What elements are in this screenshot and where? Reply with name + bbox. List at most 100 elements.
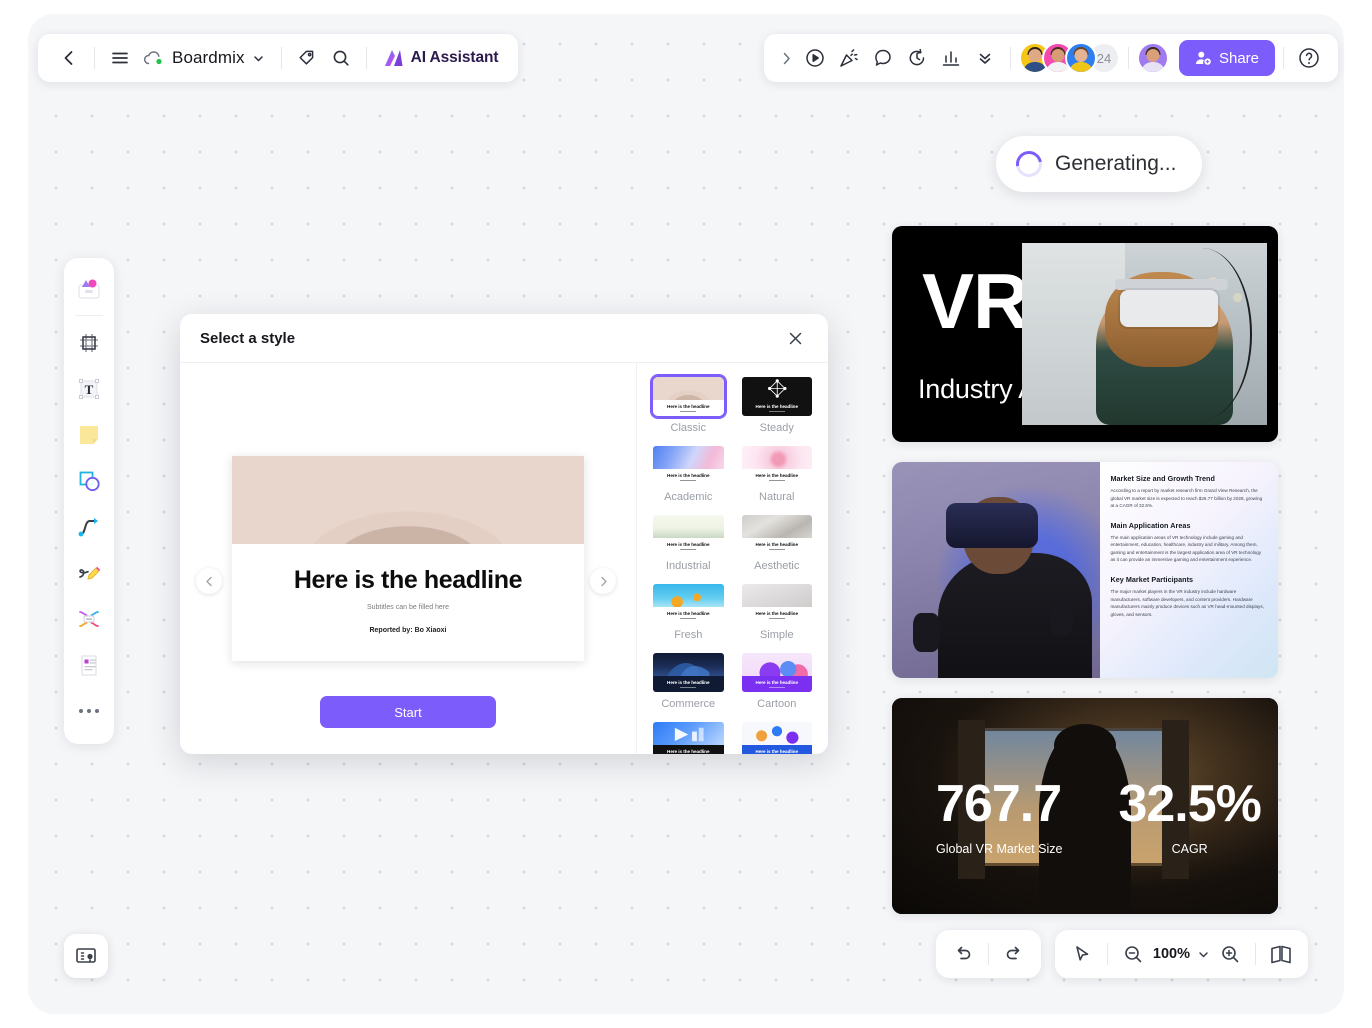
style-option-extra-1[interactable]: Here is the headline — [651, 720, 726, 754]
tool-templates[interactable] — [68, 266, 110, 312]
toolbar-divider — [365, 47, 367, 69]
share-user-icon — [1195, 50, 1212, 66]
slide-content[interactable]: Market Size and Growth Trend According t… — [892, 462, 1278, 678]
zoom-group: 100% — [1054, 930, 1308, 978]
ai-assistant-button[interactable]: AI Assistant — [375, 41, 505, 75]
tag-icon — [297, 48, 317, 68]
canvas[interactable]: VR Industry Analysis Report Market Size … — [28, 14, 1344, 1014]
next-style-button[interactable] — [590, 568, 616, 594]
current-user-avatar[interactable] — [1136, 42, 1169, 74]
cursor-button[interactable] — [1065, 937, 1099, 971]
slides-panel-icon — [75, 945, 97, 967]
help-button[interactable] — [1292, 41, 1326, 75]
style-label: Classic — [670, 422, 706, 434]
chevron-left-icon — [59, 48, 79, 68]
tool-document[interactable] — [68, 642, 110, 688]
style-label: Cartoon — [757, 698, 797, 710]
tool-sticky-note[interactable] — [68, 412, 110, 458]
more-options-button[interactable] — [968, 41, 1002, 75]
minimap-button[interactable] — [1264, 937, 1298, 971]
back-button[interactable] — [52, 41, 86, 75]
collaborator-avatars[interactable]: 24 — [1018, 42, 1120, 74]
style-option-extra-2[interactable]: Here is the headline — [740, 720, 815, 754]
style-thumbnail: Here is the headline — [651, 444, 726, 487]
redo-button[interactable] — [997, 937, 1031, 971]
style-thumbnail: Here is the headline — [740, 375, 815, 418]
style-option-classic[interactable]: Here is the headline Classic — [651, 375, 726, 438]
toolbar-divider — [1283, 47, 1284, 69]
thumb-headline: Here is the headline — [755, 472, 798, 478]
comment-icon — [872, 47, 894, 69]
style-option-aesthetic[interactable]: Here is the headline Aesthetic — [740, 513, 815, 576]
close-icon — [788, 331, 803, 346]
close-dialog-button[interactable] — [782, 325, 808, 351]
pen-icon — [77, 561, 102, 586]
tool-rail: T — [64, 258, 114, 744]
tool-mindmap[interactable] — [68, 596, 110, 642]
style-option-commerce[interactable]: Here is the headline Commerce — [651, 651, 726, 714]
avatar[interactable] — [1064, 42, 1097, 74]
timer-button[interactable] — [900, 41, 934, 75]
style-option-academic[interactable]: Here is the headline Academic — [651, 444, 726, 507]
tool-text[interactable]: T — [68, 366, 110, 412]
style-thumbnail: Here is the headline — [651, 582, 726, 625]
svg-text:T: T — [85, 382, 94, 397]
menu-button[interactable] — [103, 41, 137, 75]
toolbar-divider — [1255, 943, 1256, 965]
toolbar-divider — [280, 47, 282, 69]
style-label: Steady — [759, 422, 794, 434]
thumb-headline: Here is the headline — [667, 541, 710, 547]
undo-icon — [953, 944, 973, 964]
prev-style-button[interactable] — [196, 568, 222, 594]
zoom-out-icon — [1123, 944, 1143, 964]
dialog-body: Here is the headline Subtitles can be fi… — [180, 363, 828, 754]
share-button[interactable]: Share — [1178, 40, 1275, 76]
tool-shapes[interactable] — [68, 458, 110, 504]
style-option-simple[interactable]: Here is the headline Simple — [740, 582, 815, 645]
expand-button[interactable] — [776, 41, 798, 75]
undo-button[interactable] — [946, 937, 980, 971]
board-name-dropdown[interactable]: Boardmix — [137, 41, 273, 75]
style-option-fresh[interactable]: Here is the headline Fresh — [651, 582, 726, 645]
style-option-steady[interactable]: Here is the headline Steady — [740, 375, 815, 438]
app-root: VR Industry Analysis Report Market Size … — [0, 0, 1372, 1028]
slide-stats[interactable]: 767.7 Global VR Market Size 32.5% CAGR — [892, 698, 1278, 914]
style-option-cartoon[interactable]: Here is the headline Cartoon — [740, 651, 815, 714]
tool-pen[interactable] — [68, 550, 110, 596]
start-button[interactable]: Start — [320, 696, 496, 728]
tool-more[interactable] — [68, 688, 110, 734]
preview-headline: Here is the headline — [293, 566, 523, 594]
share-label: Share — [1218, 49, 1259, 67]
style-thumbnail: Here is the headline — [740, 513, 815, 556]
slide-cover-title: VR — [922, 257, 1029, 345]
style-list[interactable]: Here is the headline Classic Here is the… — [637, 363, 828, 754]
party-popper-icon — [838, 47, 860, 69]
tool-connector[interactable] — [68, 504, 110, 550]
section-heading: Market Size and Growth Trend — [1110, 474, 1215, 483]
slide-cover[interactable]: VR Industry Analysis Report — [892, 226, 1278, 442]
chart-button[interactable] — [934, 41, 968, 75]
toolbar-divider — [1106, 943, 1108, 965]
style-thumbnail: Here is the headline — [740, 720, 815, 754]
style-option-industrial[interactable]: Here is the headline Industrial — [651, 513, 726, 576]
tag-button[interactable] — [290, 41, 324, 75]
comment-button[interactable] — [866, 41, 900, 75]
slide-content-text: Market Size and Growth Trend According t… — [1100, 462, 1278, 678]
present-button[interactable] — [798, 41, 832, 75]
tool-frame[interactable] — [68, 320, 110, 366]
top-toolbar-left: Boardmix AI Assistant — [38, 34, 519, 82]
zoom-level[interactable]: 100% — [1150, 946, 1193, 962]
slides-panel-button[interactable] — [64, 934, 108, 978]
zoom-in-button[interactable] — [1213, 937, 1247, 971]
zoom-menu-button[interactable] — [1193, 937, 1213, 971]
celebrate-button[interactable] — [832, 41, 866, 75]
timer-icon — [906, 47, 928, 69]
thumb-headline: Here is the headline — [667, 403, 710, 409]
zoom-out-button[interactable] — [1116, 937, 1150, 971]
style-option-natural[interactable]: Here is the headline Natural — [740, 444, 815, 507]
chevron-down-icon — [252, 52, 265, 65]
preview-image — [232, 456, 584, 544]
chevron-down-icon — [1197, 948, 1210, 961]
dialog-title: Select a style — [200, 329, 296, 347]
search-button[interactable] — [324, 41, 358, 75]
